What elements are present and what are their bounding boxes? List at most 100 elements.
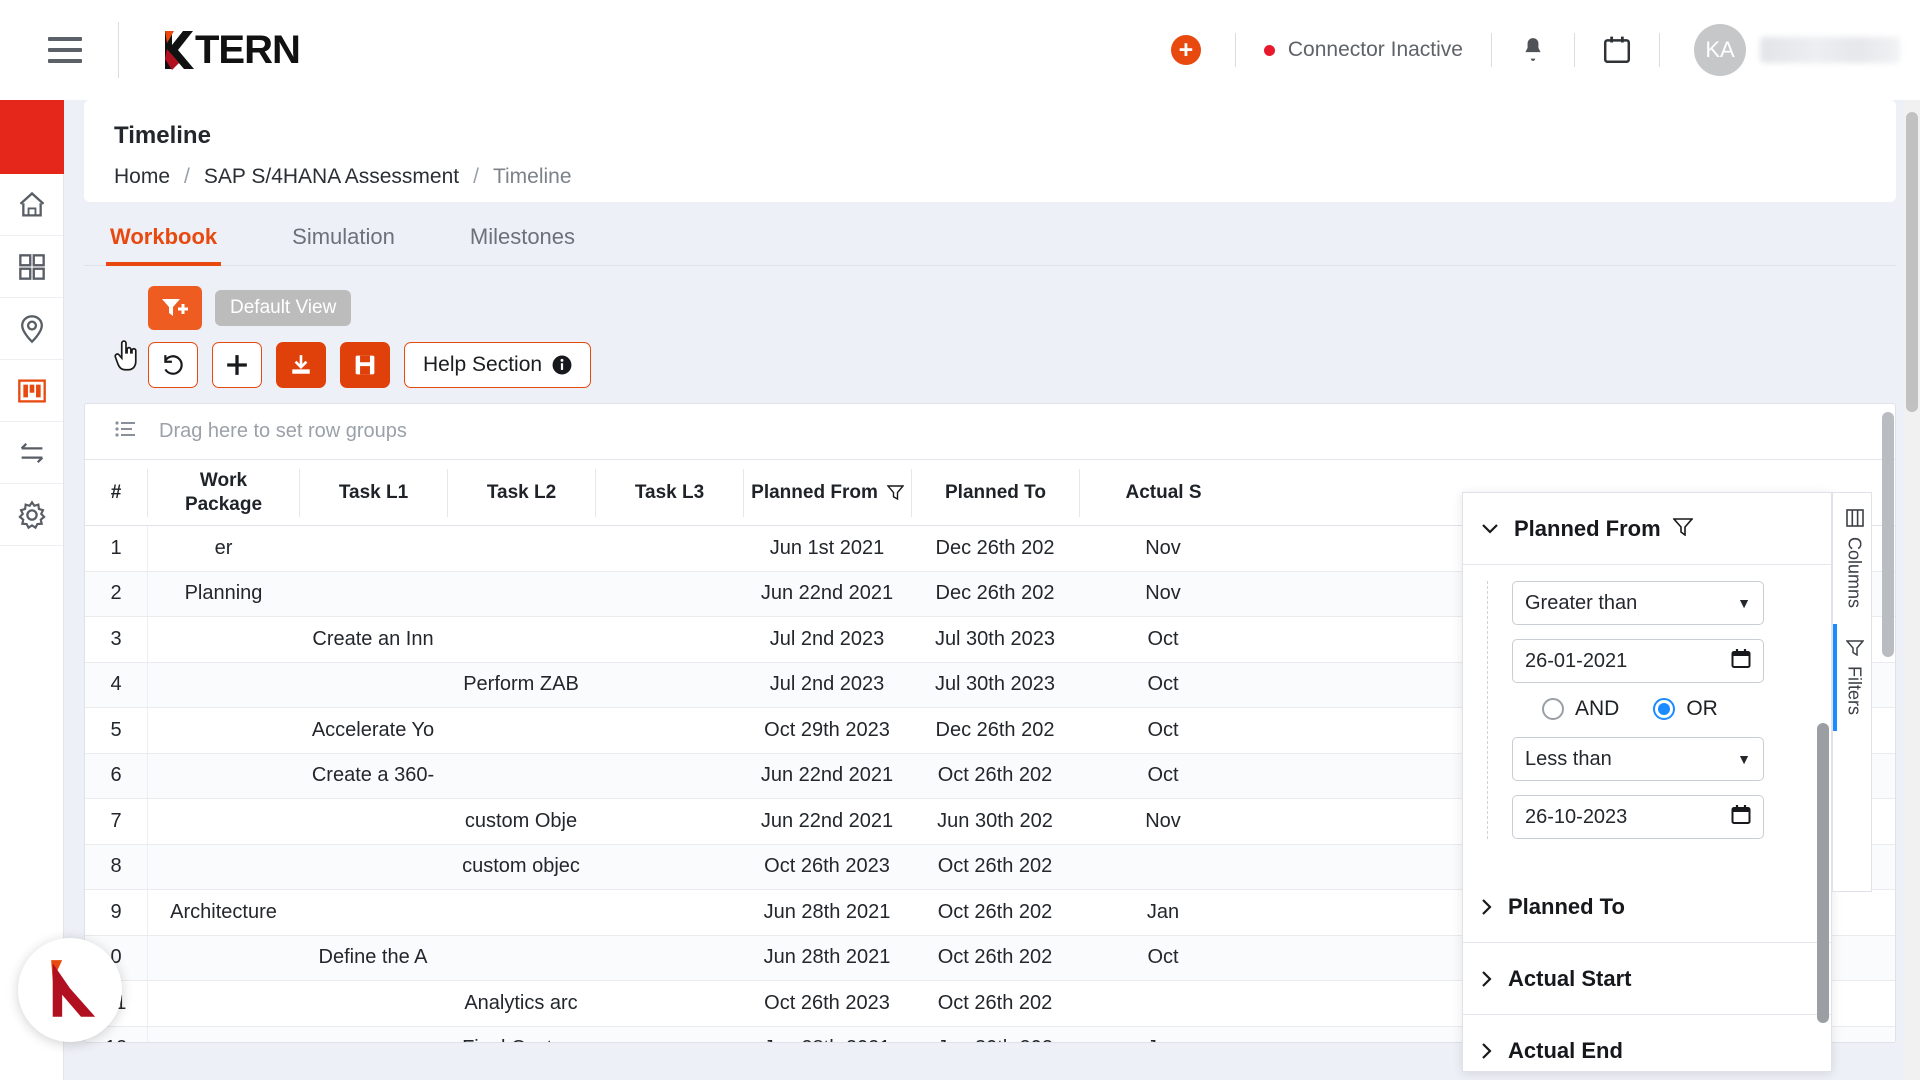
calendar-icon[interactable] — [1731, 648, 1751, 675]
hamburger-menu-icon[interactable] — [48, 37, 82, 63]
cell-actual_start[interactable]: Oct — [1079, 708, 1247, 753]
cell-work_package[interactable] — [147, 1026, 299, 1042]
save-button[interactable] — [340, 342, 390, 388]
condition1-select[interactable]: Greater than ▼ — [1512, 581, 1764, 625]
cell-num[interactable]: 3 — [85, 617, 147, 662]
date1-input[interactable]: 26-01-2021 — [1512, 639, 1764, 683]
cell-work_package[interactable] — [147, 981, 299, 1026]
add-filter-view-button[interactable] — [148, 286, 202, 330]
cell-actual_start[interactable]: Oct — [1079, 936, 1247, 981]
scrollbar-thumb[interactable] — [1906, 112, 1918, 412]
grid-vertical-scrollbar[interactable] — [1881, 404, 1895, 1042]
cell-task_l2[interactable]: custom objec — [447, 845, 595, 890]
cell-actual_start[interactable]: Oct — [1079, 754, 1247, 799]
sidebar-item-home[interactable] — [0, 174, 63, 236]
cell-planned_to[interactable]: Jul 30th 2023 — [911, 617, 1079, 662]
cell-work_package[interactable] — [147, 935, 299, 980]
undo-button[interactable] — [148, 342, 198, 388]
cell-planned_to[interactable]: Jun 30th 202 — [911, 1027, 1079, 1042]
sidebar-item-transfer[interactable] — [0, 422, 63, 484]
filter-group-actual-start[interactable]: Actual Start — [1463, 943, 1831, 1015]
sidebar-item-location[interactable] — [0, 298, 63, 360]
filter-group-planned-from[interactable]: Planned From — [1463, 493, 1831, 565]
cell-task_l2[interactable] — [447, 708, 595, 753]
cell-task_l2[interactable] — [447, 617, 595, 662]
default-view-label[interactable]: Default View — [215, 290, 352, 326]
add-row-button[interactable] — [212, 342, 262, 388]
cell-num[interactable]: 4 — [85, 663, 147, 708]
cell-task_l3[interactable] — [595, 663, 743, 708]
column-header-planned_to[interactable]: Planned To — [911, 468, 1079, 517]
cell-num[interactable]: 8 — [85, 845, 147, 890]
cell-planned_from[interactable]: Oct 29th 2023 — [743, 708, 911, 753]
cell-actual_start[interactable] — [1079, 845, 1247, 890]
cell-task_l1[interactable]: Create an Inn — [299, 617, 447, 662]
cell-planned_from[interactable]: Jun 28th 2021 — [743, 936, 911, 981]
condition2-select[interactable]: Less than ▼ — [1512, 737, 1764, 781]
scrollbar-thumb[interactable] — [1882, 412, 1894, 657]
tab-simulation[interactable]: Simulation — [292, 224, 395, 266]
radio-or[interactable] — [1653, 698, 1676, 720]
tab-filters[interactable]: Filters — [1833, 624, 1871, 732]
cell-work_package[interactable]: Planning — [147, 571, 299, 616]
cell-task_l2[interactable]: custom Obje — [447, 799, 595, 844]
cell-task_l1[interactable] — [299, 1027, 447, 1043]
ktern-logo[interactable]: TERN — [161, 28, 301, 73]
cell-planned_from[interactable]: Jun 1st 2021 — [743, 526, 911, 571]
column-header-task_l2[interactable]: Task L2 — [447, 468, 595, 517]
column-header-actual_start[interactable]: Actual S — [1079, 468, 1247, 517]
cell-task_l1[interactable] — [299, 663, 447, 708]
breadcrumb-item-home[interactable]: Home — [114, 165, 170, 189]
filter-group-actual-end[interactable]: Actual End — [1463, 1015, 1831, 1071]
cell-num[interactable]: 9 — [85, 890, 147, 935]
cell-planned_to[interactable]: Dec 26th 202 — [911, 572, 1079, 617]
page-scrollbar[interactable] — [1904, 100, 1920, 1080]
cell-task_l1[interactable] — [299, 890, 447, 935]
cell-planned_from[interactable]: Oct 26th 2023 — [743, 981, 911, 1026]
cell-task_l2[interactable] — [447, 526, 595, 571]
cell-work_package[interactable] — [147, 617, 299, 662]
cell-planned_to[interactable]: Oct 26th 202 — [911, 936, 1079, 981]
cell-actual_start[interactable]: Nov — [1079, 526, 1247, 571]
cell-planned_from[interactable]: Jun 22nd 2021 — [743, 754, 911, 799]
sidebar-item-dashboard[interactable] — [0, 236, 63, 298]
add-plus-circle-icon[interactable]: + — [1170, 35, 1201, 65]
cell-task_l3[interactable] — [595, 708, 743, 753]
floating-ktern-logo[interactable] — [18, 938, 122, 1042]
cell-planned_to[interactable]: Jun 30th 202 — [911, 799, 1079, 844]
column-header-task_l3[interactable]: Task L3 — [595, 468, 743, 517]
cell-task_l2[interactable]: Final Custom — [447, 1027, 595, 1042]
cell-task_l3[interactable] — [595, 754, 743, 799]
cell-task_l2[interactable]: Perform ZAB — [447, 663, 595, 708]
tab-workbook[interactable]: Workbook — [105, 224, 222, 266]
cell-actual_start[interactable]: Nov — [1079, 572, 1247, 617]
column-header-planned_from[interactable]: Planned From — [743, 468, 911, 517]
panel-scrollbar-thumb[interactable] — [1817, 723, 1829, 1023]
cell-task_l1[interactable]: Accelerate Yo — [299, 708, 447, 753]
cell-planned_to[interactable]: Jul 30th 2023 — [911, 663, 1079, 708]
column-header-num[interactable]: # — [85, 469, 147, 517]
row-group-dropzone[interactable]: Drag here to set row groups — [85, 404, 1895, 460]
cell-task_l2[interactable] — [447, 890, 595, 935]
cell-work_package[interactable] — [147, 844, 299, 889]
cell-planned_to[interactable]: Oct 26th 202 — [911, 754, 1079, 799]
cell-actual_start[interactable]: Jan — [1079, 1027, 1247, 1042]
cell-planned_to[interactable]: Dec 26th 202 — [911, 708, 1079, 753]
connector-status[interactable]: Connector Inactive — [1263, 38, 1463, 62]
cell-task_l1[interactable] — [299, 526, 447, 571]
filter-group-planned-to[interactable]: Planned To — [1463, 871, 1831, 943]
cell-planned_to[interactable]: Oct 26th 202 — [911, 845, 1079, 890]
column-header-work_package[interactable]: Work Package — [147, 468, 299, 517]
cell-actual_start[interactable]: Oct — [1079, 663, 1247, 708]
calendar-icon[interactable] — [1731, 804, 1751, 831]
column-header-task_l1[interactable]: Task L1 — [299, 468, 447, 517]
tab-milestones[interactable]: Milestones — [470, 224, 575, 266]
cell-planned_to[interactable]: Oct 26th 202 — [911, 890, 1079, 935]
sidebar-item-settings[interactable] — [0, 484, 63, 546]
cell-planned_from[interactable]: Jul 2nd 2023 — [743, 617, 911, 662]
cell-num[interactable]: 2 — [85, 572, 147, 617]
cell-planned_from[interactable]: Jun 22nd 2021 — [743, 572, 911, 617]
cell-planned_from[interactable]: Oct 26th 2023 — [743, 845, 911, 890]
cell-task_l3[interactable] — [595, 845, 743, 890]
cell-task_l3[interactable] — [595, 981, 743, 1026]
